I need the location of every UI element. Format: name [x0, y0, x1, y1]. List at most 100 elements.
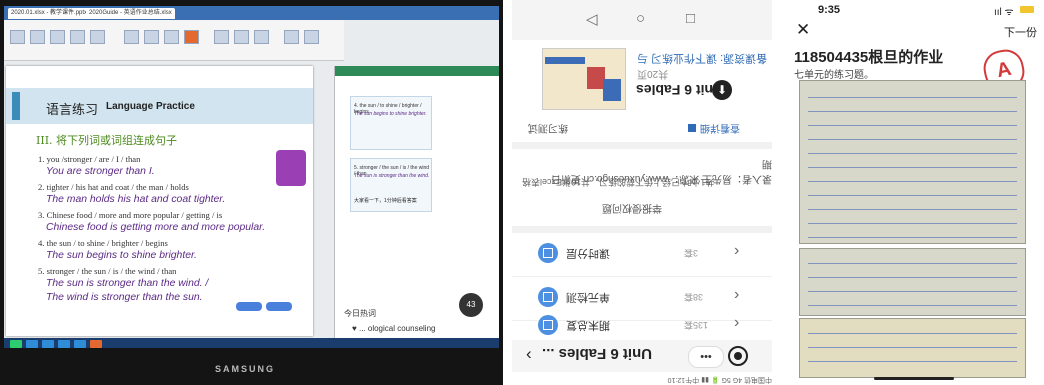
hot-words-item[interactable]: ♥ ... ological counseling — [352, 324, 435, 333]
mini-program-title: Unit 6 Fables ... — [542, 345, 653, 362]
ribbon-button[interactable] — [30, 30, 45, 44]
list-item[interactable]: 课时分层 3套 › — [512, 232, 772, 277]
notebook-line — [808, 223, 1017, 224]
windows-taskbar — [4, 338, 499, 348]
question-4: 4. the sun / to shine / brighter / begin… — [38, 238, 168, 248]
resource-thumbnail[interactable] — [542, 48, 626, 110]
close-capsule-icon[interactable] — [728, 346, 748, 366]
taskbar-app-icon[interactable] — [74, 340, 86, 348]
slide-section-heading: III. 将下列词或词组连成句子 — [36, 134, 178, 147]
answer-4: The sun begins to shine brighter. — [46, 250, 197, 261]
ribbon-button[interactable] — [234, 30, 249, 44]
ribbon-button[interactable] — [10, 30, 25, 44]
ribbon-button[interactable] — [284, 30, 299, 44]
question-1: 1. you /stronger / are / I / than — [38, 154, 141, 164]
ribbon-button[interactable] — [184, 30, 199, 44]
resource-info-line: 共1小时 已经上传下载的练习，共10张Excel表格 — [522, 177, 715, 187]
ribbon-button[interactable] — [90, 30, 105, 44]
taskbar-app-icon[interactable] — [58, 340, 70, 348]
notebook-line — [808, 291, 1017, 292]
ribbon-button[interactable] — [304, 30, 319, 44]
answer-3: Chinese food is getting more and more po… — [46, 222, 266, 233]
ribbon-button[interactable] — [214, 30, 229, 44]
question-5: 5. stronger / the sun / is / the wind / … — [38, 266, 177, 276]
close-button[interactable]: ✕ — [796, 20, 810, 40]
list-item-label: 课时分层 — [566, 247, 610, 259]
more-menu-button[interactable]: ••• — [688, 346, 724, 368]
monitor-brand-logo: SAMSUNG — [215, 364, 276, 374]
home-nav-icon[interactable]: ○ — [636, 10, 645, 27]
homework-photo[interactable] — [799, 248, 1026, 316]
thumb-block — [603, 79, 621, 101]
ribbon-button[interactable] — [254, 30, 269, 44]
notebook-line — [808, 277, 1017, 278]
tab-pptx[interactable]: 2020.01.xlsx - 教学课件.pptx — [8, 8, 91, 19]
answer-1: You are stronger than I. — [46, 166, 155, 177]
divider — [512, 142, 772, 149]
resource-title[interactable]: 备课资源: 课下作业练习 与 — [637, 51, 767, 67]
ribbon-button[interactable] — [144, 30, 159, 44]
ribbon-button[interactable] — [124, 30, 139, 44]
resource-name: Unit 6 Fables — [636, 82, 724, 98]
ppt-ribbon — [4, 20, 344, 61]
list-item-label: 期末总复 — [566, 319, 610, 331]
ribbon-button[interactable] — [164, 30, 179, 44]
question-2: 2. tighter / his hat and coat / the man … — [38, 182, 189, 192]
list-item[interactable]: 期末总复 135套 › — [512, 298, 772, 341]
mini-program-bar: ‹ Unit 6 Fables ... ••• — [512, 340, 772, 372]
hot-words-label: 今日热词 — [344, 309, 376, 318]
notebook-line — [808, 209, 1017, 210]
slide-canvas: 语言练习 Language Practice III. 将下列词或词组连成句子 … — [6, 66, 313, 336]
phone-resource-panel: ◁ ○ □ 备课资源: 课下作业练习 与 共20页 Unit 6 Fables … — [512, 0, 772, 385]
slide-logo — [276, 150, 306, 186]
report-link[interactable]: 举报侵权问题 — [602, 202, 662, 217]
view-detail-icon — [688, 124, 696, 132]
start-icon[interactable] — [10, 340, 22, 348]
homework-title: 118504435根旦的作业 — [794, 49, 944, 66]
slide-nav-button[interactable] — [236, 302, 262, 311]
view-detail-link[interactable]: 查看详细 — [700, 122, 740, 137]
home-indicator — [874, 377, 954, 380]
book-icon — [538, 315, 558, 335]
chat-message-snap: 4. the sun / to shine / brighter / begin… — [350, 96, 432, 150]
notebook-line — [808, 97, 1017, 98]
back-nav-icon[interactable]: ◁ — [586, 10, 598, 28]
title-stripe — [12, 92, 20, 120]
notebook-line — [808, 125, 1017, 126]
resource-meta: 共20页 — [637, 68, 669, 79]
android-nav-bar: ◁ ○ □ — [512, 0, 772, 40]
taskbar-app-icon[interactable] — [90, 340, 102, 348]
status-bar: 中国电信 4G 5G 🔋 ▮▮ 中午12:10 — [667, 376, 772, 383]
thumb-stripe — [545, 57, 585, 64]
window-tabbar: 2020.01.xlsx - 教学课件.pptx 2020Guide - 英语作… — [4, 6, 499, 20]
notebook-line — [808, 167, 1017, 168]
monitor-screen: 2020.01.xlsx - 教学课件.pptx 2020Guide - 英语作… — [4, 6, 499, 348]
section-label: 练习测试 — [528, 122, 568, 133]
chat-snippet: 大家看一下，1分钟后看答案 — [354, 198, 417, 204]
chevron-right-icon: › — [734, 314, 740, 331]
answer-5b: The wind is stronger than the sun. — [46, 292, 203, 303]
taskbar-app-icon[interactable] — [42, 340, 54, 348]
next-submission-button[interactable]: 下一份 — [1004, 24, 1037, 40]
ribbon-button[interactable] — [50, 30, 65, 44]
answer-2: The man holds his hat and coat tighter. — [46, 194, 226, 205]
phone-homework-panel: 9:35 ııl ᯤ ✕ 下一份 118504435根旦的作业 七单元的练习题。… — [782, 0, 1044, 385]
back-arrow-icon[interactable]: ‹ — [526, 344, 532, 364]
slide-nav-button[interactable] — [266, 302, 292, 311]
slide-title-zh: 语言练习 — [46, 103, 99, 118]
tab-xlsx[interactable]: 2020Guide - 英语作业总结.xlsx — [86, 8, 175, 19]
notebook-line — [808, 195, 1017, 196]
list-item-count: 135套 — [684, 320, 709, 330]
taskbar-app-icon[interactable] — [26, 340, 38, 348]
ribbon-button[interactable] — [70, 30, 85, 44]
battery-icon — [1020, 6, 1034, 13]
monitor-photo-panel: 2020.01.xlsx - 教学课件.pptx 2020Guide - 英语作… — [0, 0, 503, 385]
chat-header — [335, 66, 499, 76]
slide-title-en: Language Practice — [106, 101, 195, 112]
notebook-line — [808, 361, 1017, 362]
notebook-line — [808, 263, 1017, 264]
recents-nav-icon[interactable]: □ — [686, 10, 695, 27]
download-icon[interactable]: ⬇ — [712, 80, 732, 100]
homework-photo[interactable] — [799, 318, 1026, 378]
homework-photo[interactable] — [799, 80, 1026, 244]
